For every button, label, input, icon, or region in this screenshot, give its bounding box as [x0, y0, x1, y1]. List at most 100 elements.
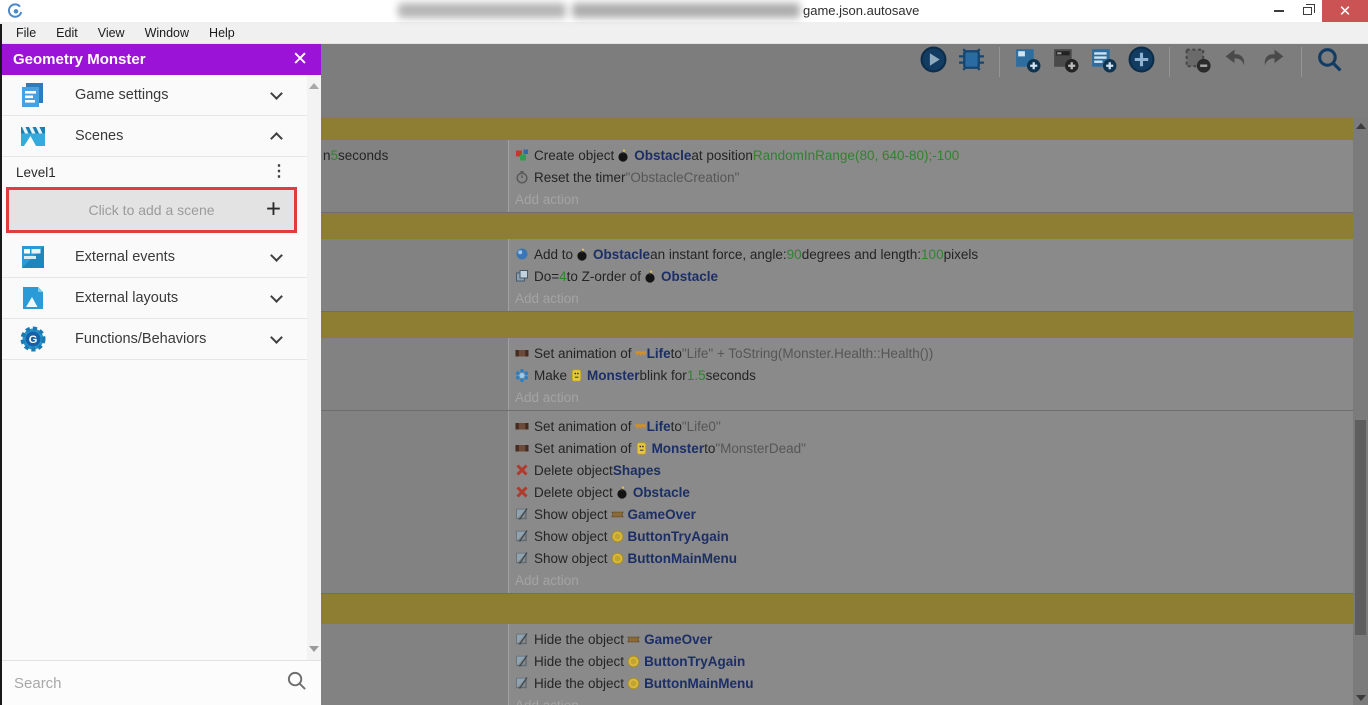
action-row[interactable]: Show object ButtonTryAgain: [515, 525, 1353, 547]
action-row[interactable]: Hide the object GameOver: [515, 628, 1353, 650]
actions-cell[interactable]: Hide the object GameOver Hide the object …: [509, 624, 1353, 705]
scrollbar-thumb[interactable]: [1355, 420, 1366, 635]
add-subevent-button[interactable]: [1051, 48, 1080, 77]
chevron-down-icon[interactable]: [270, 86, 283, 100]
add-scene-button[interactable]: Click to add a scene +: [9, 190, 294, 230]
timer-icon: [515, 170, 529, 184]
force-icon: [515, 247, 529, 261]
search-events-button[interactable]: [1315, 48, 1344, 77]
sidebar-item-label: Functions/Behaviors: [75, 331, 207, 347]
scroll-up-icon[interactable]: [309, 83, 319, 89]
redo-icon: [1259, 45, 1288, 79]
scroll-up-icon[interactable]: [1356, 123, 1366, 129]
action-row[interactable]: Hide the object ButtonTryAgain: [515, 650, 1353, 672]
add-action-button[interactable]: Add action: [515, 569, 1353, 591]
object-name: ButtonTryAgain: [644, 653, 746, 669]
action-row[interactable]: Make Monster blink for 1.5 seconds: [515, 364, 1353, 386]
search-input[interactable]: [14, 674, 286, 692]
conditions-cell[interactable]: [321, 338, 509, 410]
action-row[interactable]: Create object Obstacle at position Rando…: [515, 144, 1353, 166]
conditions-cell[interactable]: [321, 624, 509, 705]
chevron-down-icon[interactable]: [270, 330, 283, 344]
conditions-cell[interactable]: [321, 411, 509, 593]
chevron-up-icon[interactable]: [270, 132, 283, 145]
actions-cell[interactable]: Create object Obstacle at position Rando…: [509, 140, 1353, 212]
add-action-button[interactable]: Add action: [515, 188, 1353, 210]
actions-cell[interactable]: Set animation of ♥♥♥ Life to "Life" + ToS…: [509, 338, 1353, 410]
debug-button[interactable]: [957, 48, 986, 77]
add-other-event-button[interactable]: [1127, 46, 1156, 77]
title-bar: game.json.autosave ✕: [0, 0, 1368, 22]
menu-help[interactable]: Help: [199, 22, 245, 43]
action-text: Show object: [534, 528, 608, 544]
redo-button[interactable]: [1259, 48, 1288, 77]
action-row[interactable]: Show object GameOver: [515, 503, 1353, 525]
action-text: Show object: [534, 506, 608, 522]
conditions-cell[interactable]: n 5 seconds: [321, 140, 509, 212]
comment-row[interactable]: [321, 117, 1353, 140]
event-row[interactable]: n 5 seconds Create object Obstacle at pos…: [321, 140, 1353, 213]
sidebar-item-scenes[interactable]: Scenes: [0, 116, 307, 157]
action-text: an instant force, angle:: [650, 246, 787, 262]
kebab-menu-icon[interactable]: ⋮: [271, 164, 287, 180]
event-row[interactable]: Set animation of ♥♥♥ Life to "Life" + ToS…: [321, 338, 1353, 411]
action-row[interactable]: Set animation of ♥♥♥ Life to "Life0": [515, 415, 1353, 437]
event-row[interactable]: Set animation of ♥♥♥ Life to "Life0" Set a…: [321, 411, 1353, 594]
scene-item-level1[interactable]: Level1 ⋮: [0, 157, 307, 187]
add-scene-area: Click to add a scene +: [0, 187, 307, 237]
play-button[interactable]: [919, 46, 948, 77]
menu-view[interactable]: View: [88, 22, 135, 43]
event-row[interactable]: Hide the object GameOver Hide the object …: [321, 624, 1353, 705]
action-row[interactable]: Delete object Obstacle: [515, 481, 1353, 503]
comment-row[interactable]: [321, 213, 1353, 239]
chevron-down-icon[interactable]: [270, 289, 283, 303]
menu-edit[interactable]: Edit: [46, 22, 88, 43]
sidebar-item-external-layouts[interactable]: External layouts: [0, 278, 307, 319]
minimize-button[interactable]: [1264, 0, 1294, 22]
action-row[interactable]: Show object ButtonMainMenu: [515, 547, 1353, 569]
scroll-down-icon[interactable]: [309, 646, 319, 652]
scroll-down-icon[interactable]: [1356, 695, 1366, 701]
add-event-button[interactable]: [1013, 48, 1042, 77]
maximize-button[interactable]: [1292, 0, 1322, 22]
action-row[interactable]: Reset the timer "ObstacleCreation": [515, 166, 1353, 188]
chevron-down-icon[interactable]: [270, 248, 283, 262]
search-icon[interactable]: [286, 670, 307, 696]
close-panel-icon[interactable]: ✕: [292, 50, 308, 69]
actions-cell[interactable]: Set animation of ♥♥♥ Life to "Life0" Set a…: [509, 411, 1353, 593]
action-row[interactable]: Do = 4 to Z-order of Obstacle: [515, 265, 1353, 287]
action-text: Make: [534, 367, 568, 383]
comment-row[interactable]: [321, 312, 1353, 338]
sidebar-item-external-events[interactable]: External events: [0, 237, 307, 278]
delete-event-button[interactable]: [1183, 48, 1212, 77]
visibility-icon: [515, 654, 529, 668]
action-row[interactable]: Set animation of Monster to "MonsterDead…: [515, 437, 1353, 459]
event-row[interactable]: Add to Obstacle an instant force, angle:…: [321, 239, 1353, 312]
action-row[interactable]: Add to Obstacle an instant force, angle:…: [515, 243, 1353, 265]
action-row[interactable]: Delete object Shapes: [515, 459, 1353, 481]
blurred-path-segment: [398, 3, 566, 18]
action-row[interactable]: Set animation of ♥♥♥ Life to "Life" + ToS…: [515, 342, 1353, 364]
add-action-button[interactable]: Add action: [515, 386, 1353, 408]
events-scrollbar[interactable]: [1353, 117, 1368, 705]
comment-row[interactable]: [321, 594, 1353, 624]
add-action-button[interactable]: Add action: [515, 287, 1353, 309]
close-window-button[interactable]: ✕: [1322, 0, 1368, 22]
actions-cell[interactable]: Add to Obstacle an instant force, angle:…: [509, 239, 1353, 311]
action-row[interactable]: Hide the object ButtonMainMenu: [515, 672, 1353, 694]
sidebar-item-game-settings[interactable]: Game settings: [0, 75, 307, 116]
condition-row[interactable]: n 5 seconds: [323, 144, 508, 166]
object-name: Life: [646, 418, 671, 434]
undo-button[interactable]: [1221, 48, 1250, 77]
bomb-icon: [644, 270, 657, 283]
sidebar-item-label: External layouts: [75, 290, 179, 306]
menu-file[interactable]: File: [6, 22, 46, 43]
add-action-button[interactable]: Add action: [515, 694, 1353, 705]
sidebar-item-functions-behaviors[interactable]: G Functions/Behaviors: [0, 319, 307, 360]
conditions-cell[interactable]: [321, 239, 509, 311]
expression-value: 4: [559, 268, 567, 284]
add-comment-icon: [1089, 45, 1118, 79]
menu-window[interactable]: Window: [135, 22, 199, 43]
add-comment-button[interactable]: [1089, 48, 1118, 77]
sidebar-scrollbar[interactable]: [307, 75, 321, 660]
